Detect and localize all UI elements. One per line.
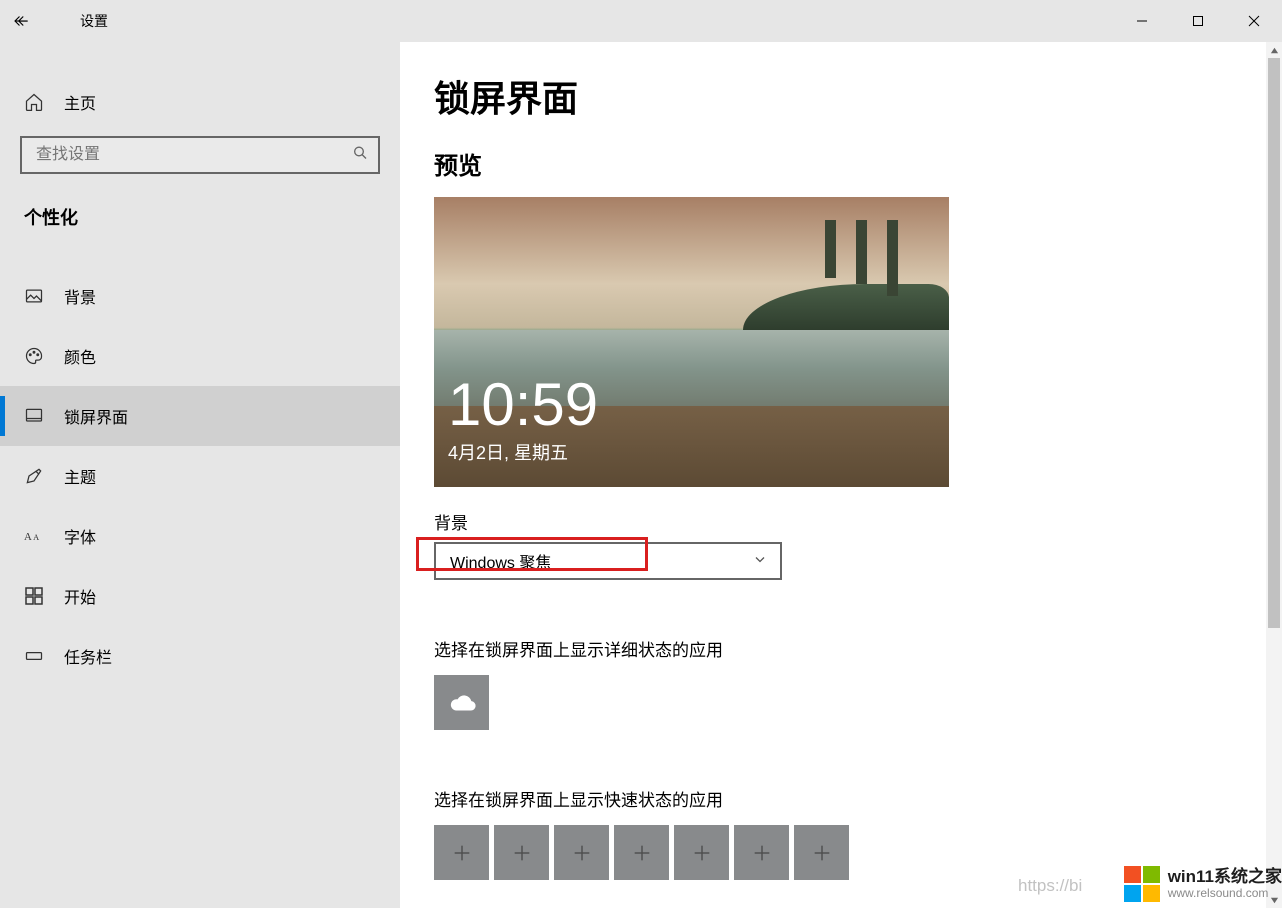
- plus-icon: [691, 842, 713, 864]
- preview-tree: [825, 220, 835, 278]
- preview-heading: 预览: [434, 146, 1232, 181]
- preview-tree: [887, 220, 897, 295]
- sidebar-section-title: 个性化: [0, 192, 400, 248]
- palette-icon: [24, 346, 44, 366]
- lockscreen-icon: [24, 406, 44, 426]
- theme-icon: [24, 466, 44, 486]
- sidebar-item-fonts[interactable]: AA 字体: [0, 506, 400, 566]
- preview-tree: [856, 220, 866, 284]
- maximize-button[interactable]: [1170, 0, 1226, 42]
- search-icon: [352, 145, 368, 166]
- arrow-left-icon: [12, 12, 30, 30]
- window-controls: [1114, 0, 1282, 42]
- content-area: 锁屏界面 预览 10:59 4月2日, 星期五 背景 Windows 聚焦: [400, 42, 1266, 908]
- sidebar-item-themes[interactable]: 主题: [0, 446, 400, 506]
- content-wrap: 锁屏界面 预览 10:59 4月2日, 星期五 背景 Windows 聚焦: [400, 42, 1282, 908]
- background-select-value: Windows 聚焦: [450, 549, 551, 573]
- watermark-title: win11系统之家: [1168, 868, 1282, 887]
- home-icon: [24, 92, 44, 112]
- sidebar-item-colors[interactable]: 颜色: [0, 326, 400, 386]
- back-button[interactable]: [0, 0, 42, 42]
- watermark-logo-icon: [1124, 866, 1160, 902]
- scroll-thumb[interactable]: [1268, 58, 1280, 628]
- weather-icon: [447, 688, 477, 718]
- minimize-button[interactable]: [1114, 0, 1170, 42]
- plus-icon: [511, 842, 533, 864]
- svg-text:A: A: [24, 531, 32, 543]
- search-container: [20, 136, 380, 174]
- window-title: 设置: [80, 11, 108, 31]
- sidebar-item-home[interactable]: 主页: [0, 72, 400, 132]
- detail-status-app-label: 选择在锁屏界面上显示详细状态的应用: [434, 636, 1232, 661]
- taskbar-icon: [24, 646, 44, 666]
- sidebar-item-label: 锁屏界面: [64, 404, 128, 428]
- sidebar-item-start[interactable]: 开始: [0, 566, 400, 626]
- sidebar-navlist: 背景 颜色 锁屏界面 主题: [0, 248, 400, 686]
- sidebar: 主页 个性化 背景 颜色: [0, 42, 400, 908]
- quick-status-add-tile[interactable]: [734, 825, 789, 880]
- sidebar-item-label: 颜色: [64, 344, 96, 368]
- preview-date: 4月2日, 星期五: [448, 439, 568, 465]
- background-select[interactable]: Windows 聚焦: [434, 542, 782, 580]
- close-button[interactable]: [1226, 0, 1282, 42]
- page-title: 锁屏界面: [434, 70, 1232, 122]
- plus-icon: [631, 842, 653, 864]
- scroll-up-icon[interactable]: [1266, 42, 1282, 58]
- sidebar-item-label: 背景: [64, 284, 96, 308]
- detail-status-app-tile[interactable]: [434, 675, 489, 730]
- svg-text:A: A: [33, 533, 39, 542]
- quick-status-row: [434, 825, 1232, 880]
- quick-status-add-tile[interactable]: [554, 825, 609, 880]
- sidebar-item-label: 主题: [64, 464, 96, 488]
- scrollbar[interactable]: [1266, 42, 1282, 908]
- watermark: win11系统之家 www.relsound.com: [1124, 866, 1282, 902]
- plus-icon: [571, 842, 593, 864]
- chevron-down-icon: [754, 554, 766, 569]
- quick-status-add-tile[interactable]: [674, 825, 729, 880]
- status-url: https://bi: [1018, 876, 1082, 896]
- quick-status-add-tile[interactable]: [434, 825, 489, 880]
- plus-icon: [751, 842, 773, 864]
- plus-icon: [811, 842, 833, 864]
- quick-status-add-tile[interactable]: [494, 825, 549, 880]
- background-label: 背景: [434, 509, 1232, 534]
- picture-icon: [24, 286, 44, 306]
- close-icon: [1248, 15, 1260, 27]
- maximize-icon: [1192, 15, 1204, 27]
- watermark-sub: www.relsound.com: [1168, 887, 1282, 900]
- lockscreen-preview[interactable]: 10:59 4月2日, 星期五: [434, 197, 949, 487]
- sidebar-item-label: 开始: [64, 584, 96, 608]
- sidebar-item-taskbar[interactable]: 任务栏: [0, 626, 400, 686]
- quick-status-app-label: 选择在锁屏界面上显示快速状态的应用: [434, 786, 1232, 811]
- titlebar: 设置: [0, 0, 1282, 42]
- quick-status-add-tile[interactable]: [614, 825, 669, 880]
- sidebar-item-label: 字体: [64, 524, 96, 548]
- search-input[interactable]: [20, 136, 380, 174]
- home-label: 主页: [64, 90, 96, 114]
- plus-icon: [451, 842, 473, 864]
- sidebar-item-lockscreen[interactable]: 锁屏界面: [0, 386, 400, 446]
- preview-time: 10:59: [448, 375, 598, 435]
- sidebar-item-background[interactable]: 背景: [0, 266, 400, 326]
- start-icon: [24, 586, 44, 606]
- quick-status-add-tile[interactable]: [794, 825, 849, 880]
- sidebar-item-label: 任务栏: [64, 644, 112, 668]
- font-icon: AA: [24, 526, 44, 546]
- minimize-icon: [1136, 15, 1148, 27]
